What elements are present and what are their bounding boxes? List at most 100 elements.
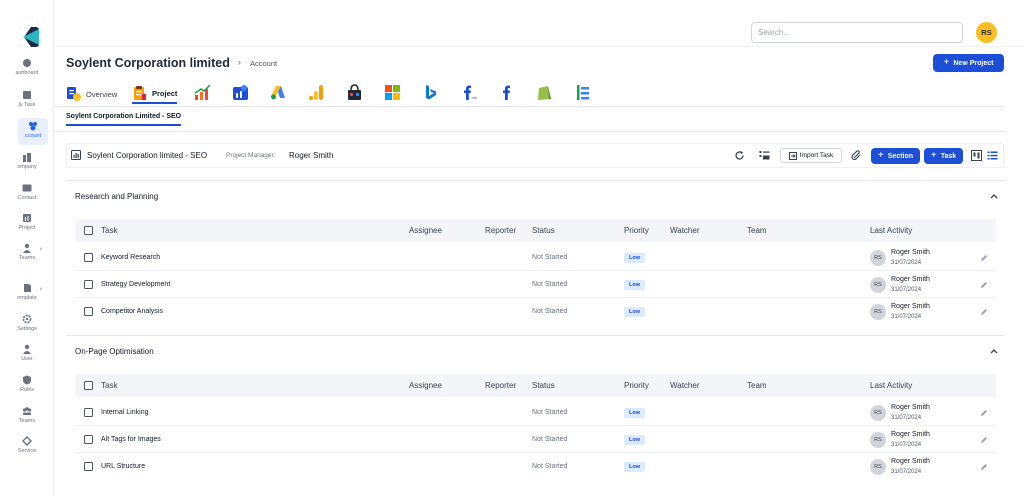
project-manager-value: Roger Smith [289, 151, 334, 160]
edit-icon[interactable] [980, 436, 988, 444]
task-name[interactable]: Internal Linking [101, 409, 148, 416]
sidebar-item-dashboard[interactable]: ashboard [0, 58, 54, 84]
sidebar-item-template[interactable]: › emplate [0, 283, 54, 309]
sidebar-item-company[interactable]: ompany [0, 152, 54, 178]
col-status[interactable]: Status [532, 381, 555, 390]
sidebar-item-service[interactable]: Service [0, 436, 54, 462]
col-team[interactable]: Team [747, 226, 767, 235]
breadcrumb[interactable]: Account [250, 59, 277, 68]
row-checkbox[interactable] [84, 462, 93, 471]
priority-badge[interactable]: Low [624, 462, 645, 472]
task-name[interactable]: Alt Tags for Images [101, 436, 161, 443]
import-task-button[interactable]: Import Task [780, 148, 842, 163]
edit-icon[interactable] [980, 409, 988, 417]
row-checkbox[interactable] [84, 280, 93, 289]
select-all-checkbox[interactable] [84, 226, 93, 235]
attachment-icon[interactable] [851, 150, 862, 161]
col-team[interactable]: Team [747, 381, 767, 390]
col-task[interactable]: Task [101, 226, 117, 235]
refresh-icon[interactable] [734, 150, 745, 161]
new-project-button[interactable]: + New Project [933, 54, 1004, 72]
sidebar-item-user[interactable]: User [0, 344, 54, 370]
status-text[interactable]: Not Started [532, 281, 567, 288]
col-watcher[interactable]: Watcher [670, 381, 700, 390]
col-last-activity[interactable]: Last Activity [870, 381, 912, 390]
bing-icon[interactable] [422, 84, 439, 101]
edit-icon[interactable] [980, 308, 988, 316]
sidebar-item-project[interactable]: Project [0, 213, 54, 239]
shopify-icon[interactable] [536, 84, 553, 101]
google-analytics-icon[interactable] [308, 84, 325, 101]
tab-project[interactable]: Project [132, 84, 178, 104]
status-text[interactable]: Not Started [532, 254, 567, 261]
facebook-ads-icon[interactable]: ads [460, 84, 477, 101]
chevron-up-icon[interactable] [990, 193, 998, 199]
task-list-icon[interactable] [759, 150, 770, 161]
col-task[interactable]: Task [101, 381, 117, 390]
priority-badge[interactable]: Low [624, 435, 645, 445]
task-name[interactable]: Keyword Research [101, 254, 160, 261]
col-reporter[interactable]: Reporter [485, 381, 516, 390]
col-reporter[interactable]: Reporter [485, 226, 516, 235]
subtabs-divider [54, 131, 1004, 132]
board-view-icon[interactable] [971, 150, 982, 161]
add-task-button[interactable]: + Task [924, 148, 963, 164]
chevron-up-icon[interactable] [990, 348, 998, 354]
add-section-button[interactable]: + Section [871, 148, 920, 164]
row-checkbox[interactable] [84, 253, 93, 262]
col-status[interactable]: Status [532, 226, 555, 235]
edit-icon[interactable] [980, 463, 988, 471]
sidebar-item-account[interactable]: ccount [18, 118, 48, 145]
app-logo[interactable] [19, 27, 39, 47]
sidebar-item-contact[interactable]: Contact [0, 183, 54, 209]
status-text[interactable]: Not Started [532, 308, 567, 315]
shopping-icon[interactable] [346, 84, 363, 101]
task-name[interactable]: Competitor Analysis [101, 308, 163, 315]
edit-icon[interactable] [980, 281, 988, 289]
task-name[interactable]: Strategy Development [101, 281, 170, 288]
row-checkbox[interactable] [84, 408, 93, 417]
priority-badge[interactable]: Low [624, 280, 645, 290]
priority-badge[interactable]: Low [624, 307, 645, 317]
project-icon [23, 214, 31, 222]
sidebar-item-my-task[interactable]: ly Task [0, 90, 54, 116]
select-all-checkbox[interactable] [84, 381, 93, 390]
row-checkbox[interactable] [84, 435, 93, 444]
col-assignee[interactable]: Assignee [409, 226, 442, 235]
priority-badge[interactable]: Low [624, 408, 645, 418]
col-priority[interactable]: Priority [624, 226, 649, 235]
activity-user: Roger Smith [891, 276, 930, 283]
tab-overview[interactable]: Overview [66, 84, 117, 104]
section-title: Research and Planning [75, 192, 159, 201]
data-studio-icon[interactable] [232, 84, 249, 101]
priority-badge[interactable]: Low [624, 253, 645, 263]
import-icon [788, 151, 797, 160]
list-view-icon[interactable] [987, 150, 998, 161]
activity-date: 31/07/2024 [891, 260, 922, 266]
microsoft-icon[interactable] [384, 84, 401, 101]
plus-icon: + [930, 150, 937, 161]
analytics-chart-icon[interactable] [194, 84, 211, 101]
activity-user: Roger Smith [891, 431, 930, 438]
task-name[interactable]: URL Structure [101, 463, 145, 470]
sidebar-item-roles[interactable]: Roles [0, 375, 54, 401]
status-text[interactable]: Not Started [532, 463, 567, 470]
col-watcher[interactable]: Watcher [670, 226, 700, 235]
edit-icon[interactable] [980, 254, 988, 262]
col-priority[interactable]: Priority [624, 381, 649, 390]
tag-manager-icon[interactable] [574, 84, 591, 101]
col-last-activity[interactable]: Last Activity [870, 226, 912, 235]
col-assignee[interactable]: Assignee [409, 381, 442, 390]
search-input[interactable] [751, 22, 963, 43]
facebook-icon[interactable] [498, 84, 515, 101]
status-text[interactable]: Not Started [532, 436, 567, 443]
sidebar-item-teams[interactable]: › Teams [0, 243, 54, 269]
subtab-project-seo[interactable]: Soylent Corporation Limited - SEO [66, 113, 182, 126]
user-avatar[interactable]: RS [976, 22, 997, 43]
tabs-divider [54, 106, 1004, 107]
sidebar-item-teams-2[interactable]: Teams [0, 406, 54, 432]
status-text[interactable]: Not Started [532, 409, 567, 416]
sidebar-item-settings[interactable]: Settings [0, 314, 54, 340]
row-checkbox[interactable] [84, 307, 93, 316]
google-ads-icon[interactable] [270, 84, 287, 101]
